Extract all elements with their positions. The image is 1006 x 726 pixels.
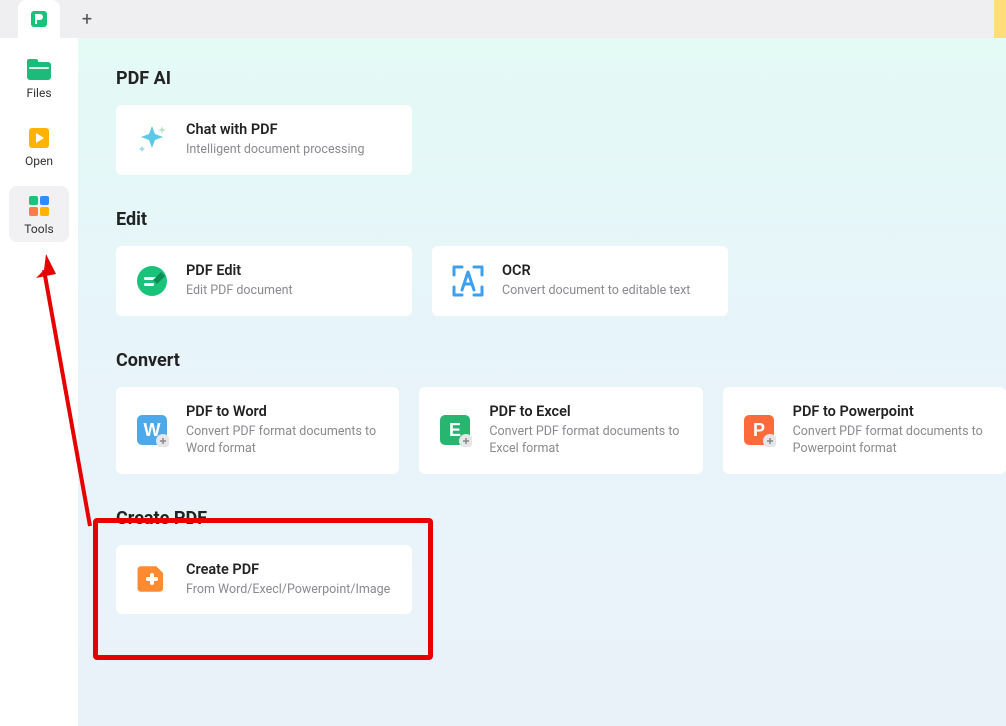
app-tab[interactable]: [18, 0, 60, 38]
files-icon: [26, 58, 52, 82]
card-subtitle: From Word/Execl/Powerpoint/Image: [186, 582, 394, 599]
new-tab-button[interactable]: +: [72, 4, 102, 34]
card-ocr[interactable]: OCR Convert document to editable text: [432, 246, 728, 316]
card-pdf-to-excel[interactable]: E PDF to Excel Convert PDF format docume…: [419, 387, 702, 474]
card-subtitle: Convert PDF format documents to Word for…: [186, 424, 381, 458]
word-icon: W: [134, 412, 170, 448]
card-pdf-edit[interactable]: PDF Edit Edit PDF document: [116, 246, 412, 316]
svg-text:P: P: [753, 420, 765, 440]
card-pdf-to-word[interactable]: W PDF to Word Convert PDF format documen…: [116, 387, 399, 474]
card-subtitle: Convert PDF format documents to Excel fo…: [489, 424, 684, 458]
window-right-accent: [994, 0, 1006, 38]
card-subtitle: Intelligent document processing: [186, 142, 394, 159]
card-create-pdf[interactable]: Create PDF From Word/Execl/Powerpoint/Im…: [116, 545, 412, 615]
app-logo-icon: [29, 9, 49, 29]
sidebar-item-files[interactable]: Files: [9, 50, 69, 106]
card-title: PDF to Excel: [489, 403, 684, 420]
open-icon: [27, 126, 51, 150]
card-subtitle: Convert PDF format documents to Powerpoi…: [793, 424, 988, 458]
svg-text:E: E: [449, 420, 461, 440]
powerpoint-icon: P: [741, 412, 777, 448]
pdf-edit-icon: [134, 263, 170, 299]
window-tab-bar: +: [0, 0, 1006, 38]
section-title-create: Create PDF: [116, 508, 1006, 529]
card-subtitle: Convert document to editable text: [502, 283, 710, 300]
section-title-convert: Convert: [116, 350, 1006, 371]
tools-icon: [27, 194, 51, 218]
card-title: Chat with PDF: [186, 121, 394, 138]
section-title-pdf-ai: PDF AI: [116, 68, 1006, 89]
plus-icon: +: [82, 9, 92, 30]
card-title: Create PDF: [186, 561, 394, 578]
ocr-icon: [450, 263, 486, 299]
create-pdf-icon: [134, 561, 170, 597]
sidebar-item-open[interactable]: Open: [9, 118, 69, 174]
excel-icon: E: [437, 412, 473, 448]
main-content: PDF AI Chat with PDF Intelligent documen…: [78, 0, 1006, 726]
card-title: PDF to Word: [186, 403, 381, 420]
sparkle-icon: [134, 122, 170, 158]
card-title: PDF Edit: [186, 262, 394, 279]
section-title-edit: Edit: [116, 209, 1006, 230]
card-chat-with-pdf[interactable]: Chat with PDF Intelligent document proce…: [116, 105, 412, 175]
sidebar: Files Open Tools: [0, 0, 78, 726]
sidebar-item-label: Tools: [24, 222, 53, 236]
sidebar-item-tools[interactable]: Tools: [9, 186, 69, 242]
sidebar-item-label: Files: [26, 86, 51, 100]
card-pdf-to-powerpoint[interactable]: P PDF to Powerpoint Convert PDF format d…: [723, 387, 1006, 474]
sidebar-item-label: Open: [25, 154, 53, 168]
card-title: OCR: [502, 262, 710, 279]
card-subtitle: Edit PDF document: [186, 283, 394, 300]
card-title: PDF to Powerpoint: [793, 403, 988, 420]
